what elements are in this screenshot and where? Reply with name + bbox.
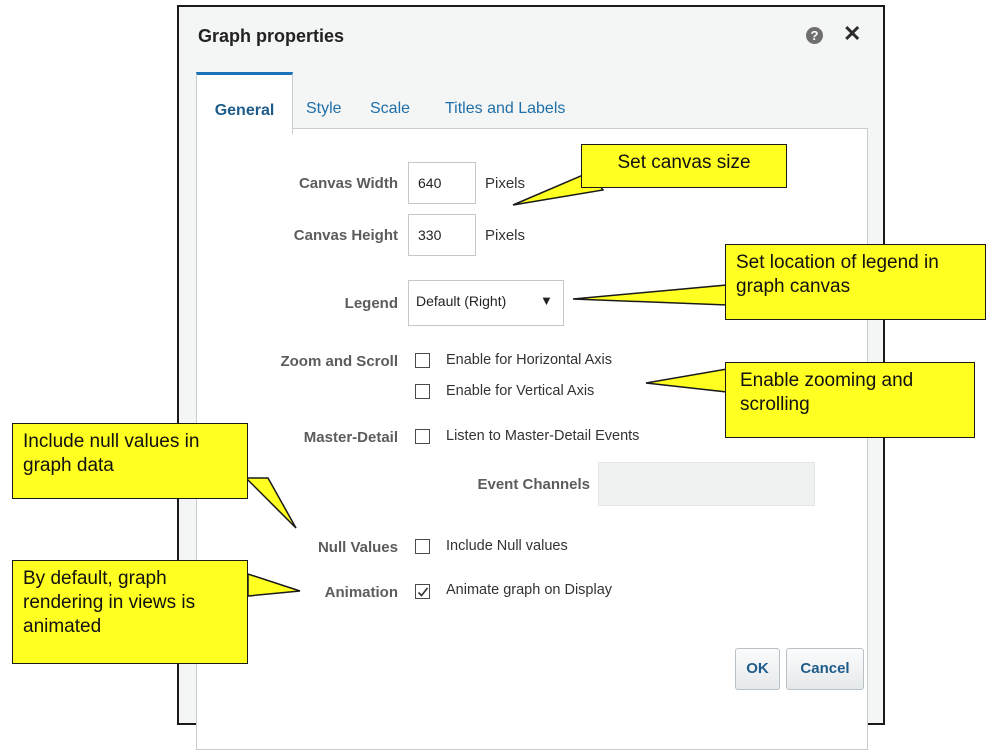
callout-legend-location: Set location of legend in graph canvas — [725, 244, 986, 320]
null-values-pointer — [244, 477, 297, 529]
callout-canvas-size: Set canvas size — [581, 144, 787, 188]
callout-null-values: Include null values in graph data — [12, 423, 248, 499]
zoom-pointer — [645, 368, 728, 393]
callout-animated: By default, graph rendering in views is … — [12, 560, 248, 664]
legend-pointer — [572, 284, 728, 306]
callout-zooming: Enable zooming and scrolling — [725, 362, 975, 438]
animation-pointer — [247, 572, 301, 597]
